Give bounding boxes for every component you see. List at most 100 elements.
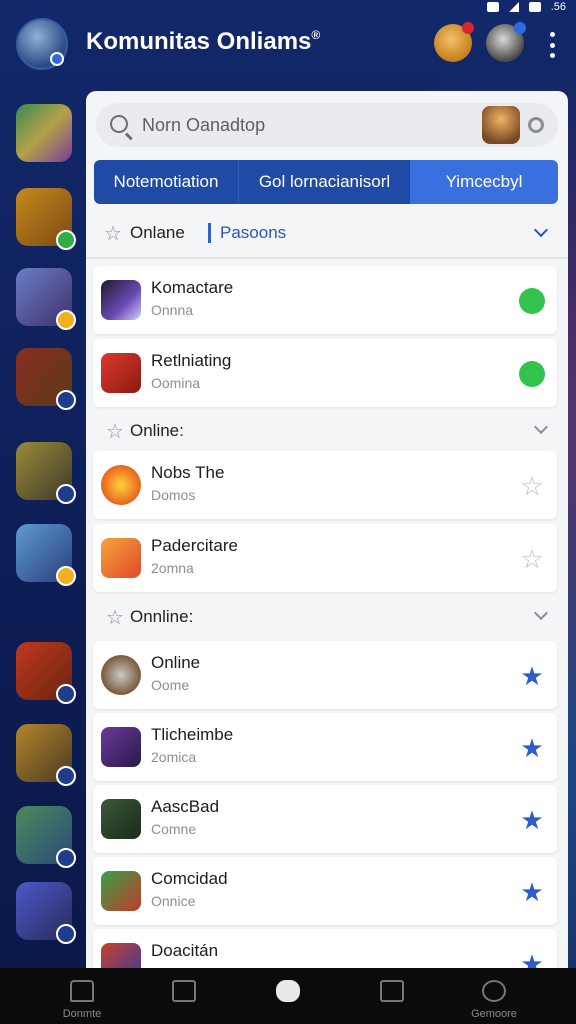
sidebar-game-10[interactable] bbox=[16, 882, 76, 944]
battery-icon bbox=[528, 2, 541, 12]
section-header[interactable]: ☆ Online: bbox=[86, 410, 568, 450]
profile-avatar-2[interactable] bbox=[486, 22, 526, 62]
badge-icon bbox=[56, 566, 76, 586]
item-status: Comne bbox=[151, 821, 197, 837]
sidebar-game-8[interactable] bbox=[16, 724, 76, 786]
star-filled-icon[interactable]: ★ bbox=[519, 807, 545, 833]
star-filled-icon[interactable]: ★ bbox=[519, 663, 545, 689]
star-outline-icon[interactable]: ☆ bbox=[519, 546, 545, 572]
gear-icon[interactable] bbox=[528, 117, 544, 133]
tab-2[interactable]: Gol lornacianisorl bbox=[238, 160, 410, 204]
search-avatar[interactable] bbox=[482, 106, 520, 144]
item-status: Oome bbox=[151, 677, 190, 693]
game-thumb-6 bbox=[101, 727, 141, 767]
item-title: Padercitare bbox=[151, 536, 238, 555]
sidebar-game-6[interactable] bbox=[16, 524, 76, 586]
list-item[interactable]: Online Oome ★ bbox=[93, 641, 557, 709]
nav-label: Donmte bbox=[62, 1008, 102, 1020]
badge-icon bbox=[56, 390, 76, 410]
profile-avatar-1[interactable] bbox=[434, 22, 474, 62]
avatar-badge-icon bbox=[50, 52, 64, 66]
wifi-icon bbox=[486, 2, 499, 12]
star-filled-icon[interactable]: ★ bbox=[519, 879, 545, 905]
star-outline-icon: ☆ bbox=[106, 607, 124, 629]
search-bar[interactable]: Norn Oanadtop bbox=[96, 103, 558, 147]
sidebar-game-9[interactable] bbox=[16, 806, 76, 868]
sidebar bbox=[0, 82, 86, 968]
sidebar-game-4[interactable] bbox=[16, 348, 76, 410]
app-avatar[interactable] bbox=[16, 18, 68, 70]
nav-edit[interactable] bbox=[352, 976, 432, 1024]
item-status: Onnice bbox=[151, 893, 196, 909]
filter-persons-label[interactable]: Pasoons bbox=[220, 223, 286, 243]
badge-icon bbox=[56, 310, 76, 330]
item-status: Oomina bbox=[151, 375, 201, 391]
sidebar-game-5[interactable] bbox=[16, 442, 76, 504]
section-label: Online: bbox=[130, 421, 184, 440]
filter-online-label[interactable]: Onlane bbox=[130, 223, 185, 243]
item-title: AascBad bbox=[151, 797, 220, 816]
list-item[interactable]: Nobs The Domos ☆ bbox=[93, 451, 557, 519]
list-item[interactable]: Retlniating Oomina bbox=[93, 339, 557, 407]
item-status: Onnna bbox=[151, 302, 194, 318]
star-outline-icon: ☆ bbox=[106, 421, 124, 443]
star-outline-icon: ☆ bbox=[104, 223, 122, 245]
nav-square[interactable] bbox=[144, 976, 224, 1024]
star-filled-icon[interactable]: ★ bbox=[519, 951, 545, 968]
tab-3-active[interactable]: Yimcecbyl bbox=[410, 160, 558, 204]
list-item[interactable]: Padercitare 2omna ☆ bbox=[93, 524, 557, 592]
item-title: Tlicheimbe bbox=[151, 725, 234, 744]
item-status: Domos bbox=[151, 487, 196, 503]
item-title: Komactare bbox=[151, 278, 234, 297]
app-header: Komunitas Onliams® bbox=[0, 14, 576, 80]
list-item[interactable]: Doacitán ★ bbox=[93, 929, 557, 968]
star-outline-icon[interactable]: ☆ bbox=[519, 473, 545, 499]
sidebar-game-1[interactable] bbox=[16, 104, 72, 162]
game-thumb-9 bbox=[101, 943, 141, 968]
status-bar: .56 bbox=[486, 0, 566, 14]
more-menu-icon[interactable] bbox=[544, 32, 560, 58]
list-item[interactable]: Comcidad Onnice ★ bbox=[93, 857, 557, 925]
chevron-down-icon[interactable] bbox=[533, 222, 549, 238]
green-status-icon[interactable] bbox=[519, 288, 545, 314]
tab-1[interactable]: Notemotiation bbox=[94, 160, 238, 204]
battery-text: .56 bbox=[550, 1, 566, 13]
star-filled-icon[interactable]: ★ bbox=[519, 735, 545, 761]
sidebar-game-7[interactable] bbox=[16, 642, 76, 704]
bottom-nav: Donmte Gemoore bbox=[0, 968, 576, 1024]
chevron-down-icon[interactable] bbox=[533, 605, 549, 621]
trademark-mark: ® bbox=[311, 28, 321, 42]
badge-icon bbox=[56, 766, 76, 786]
list-item[interactable]: Komactare Onnna bbox=[93, 266, 557, 334]
section-label: Onnline: bbox=[130, 607, 194, 626]
item-title: Online bbox=[151, 653, 201, 672]
list-item[interactable]: AascBad Comne ★ bbox=[93, 785, 557, 853]
item-title: Comcidad bbox=[151, 869, 228, 888]
badge-icon bbox=[56, 684, 76, 704]
sidebar-game-2[interactable] bbox=[16, 188, 76, 250]
game-thumb-8 bbox=[101, 871, 141, 911]
search-input[interactable]: Norn Oanadtop bbox=[142, 115, 265, 136]
game-thumb-5 bbox=[101, 655, 141, 695]
nav-center[interactable] bbox=[248, 976, 328, 1024]
square-icon bbox=[172, 980, 196, 1002]
nav-games[interactable]: Gemoore bbox=[454, 976, 534, 1024]
signal-icon bbox=[508, 2, 519, 12]
gamepad-icon bbox=[482, 980, 506, 1002]
badge-icon bbox=[56, 848, 76, 868]
nav-home[interactable]: Donmte bbox=[42, 976, 122, 1024]
game-thumb-7 bbox=[101, 799, 141, 839]
chevron-down-icon[interactable] bbox=[533, 419, 549, 435]
list-item[interactable]: Tlicheimbe 2omica ★ bbox=[93, 713, 557, 781]
game-thumb-4 bbox=[101, 538, 141, 578]
item-title: Doacitán bbox=[151, 941, 219, 960]
search-icon bbox=[110, 115, 128, 133]
sidebar-game-3[interactable] bbox=[16, 268, 76, 330]
smile-status-icon[interactable] bbox=[519, 361, 545, 387]
divider bbox=[86, 257, 568, 259]
game-thumb-1 bbox=[101, 280, 141, 320]
item-status: 2omna bbox=[151, 560, 194, 576]
divider bbox=[208, 223, 211, 243]
section-header[interactable]: ☆ Onnline: bbox=[86, 596, 568, 636]
edit-icon bbox=[380, 980, 404, 1002]
